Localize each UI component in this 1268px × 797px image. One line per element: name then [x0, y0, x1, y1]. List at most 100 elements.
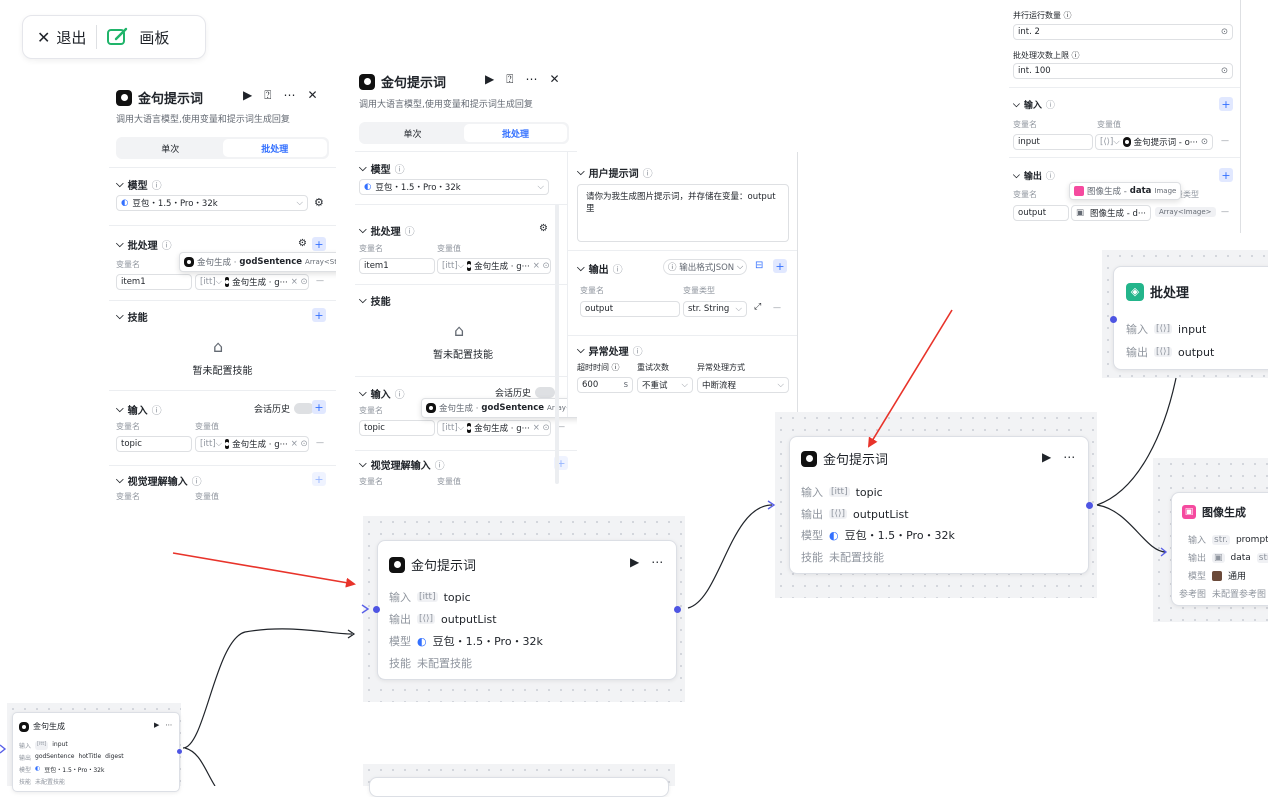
canvas-region-image: ▣ 图像生成 输入str.prompt 输出▣datastr. 模型通用 参考图… — [1153, 458, 1268, 622]
board-button[interactable]: 画板 — [107, 27, 169, 48]
node-logo-icon — [116, 89, 132, 106]
output-var-field[interactable]: output — [580, 301, 680, 317]
output-port[interactable] — [1086, 502, 1093, 509]
more-icon[interactable]: ⋯ — [525, 72, 537, 87]
batch-limit-input[interactable]: int. 100 ⊙ — [1013, 63, 1233, 79]
canvas-region-batch: ◈ 批处理 输入 [⟨⟩] input 输出 [⟨⟩] output — [1102, 250, 1268, 378]
output-type-select[interactable]: str. String ⌵ — [683, 301, 747, 317]
variable-tooltip: 金句生成 · godSentence Array<Str — [421, 398, 577, 418]
output-ref-select[interactable]: ▣ 图像生成 - d··· — [1071, 205, 1151, 221]
add-output-button[interactable]: + — [1219, 168, 1233, 182]
parallel-input[interactable]: int. 2 ⊙ — [1013, 24, 1233, 40]
empty-box-icon: ⌂ — [213, 337, 224, 356]
mode-tabs: 单次 批处理 — [359, 122, 569, 144]
settings-panel-middle: 金句提示词 ▶ ⍰ ⋯ ✕ 调用大语言模型,使用变量和提示词生成回复 单次 批处… — [355, 67, 577, 499]
tab-batch[interactable]: 批处理 — [222, 139, 327, 157]
input-ref-select[interactable]: [⟨⟩]⌵ 金句提示词 - o··· ⊙ — [1095, 134, 1213, 150]
input-ref-select[interactable]: [itt]⌵ 金句生成 · g··· × ⊙ — [195, 436, 309, 452]
llm-node-mid[interactable]: 金句提示词 ▶ ⋯ 输入 [itt] topic 输出 [⟨⟩] outputList 模… — [377, 540, 677, 680]
chevron-down-icon[interactable]: ⌵ — [116, 179, 124, 190]
model-select[interactable]: ◐ 豆包・1.5・Pro・32k ⌵ — [359, 179, 549, 195]
panel-title: 金句提示词 — [138, 92, 204, 107]
input-var-field[interactable]: topic — [116, 436, 192, 452]
variable-tooltip: 金句生成 · godSentence Array<String> — [179, 252, 336, 272]
batch-var-input[interactable]: item1 — [359, 258, 435, 274]
exit-button[interactable]: ✕ 退出 — [37, 27, 86, 48]
more-icon[interactable]: ⋯ — [1063, 450, 1075, 464]
input-var-field[interactable]: topic — [359, 420, 435, 436]
more-icon[interactable]: ⋯ — [283, 88, 295, 103]
timeout-input[interactable]: 600 s — [577, 377, 633, 393]
tab-single[interactable]: 单次 — [361, 124, 464, 142]
top-toolbar: ✕ 退出 画板 — [22, 15, 206, 59]
scrollbar[interactable] — [555, 204, 559, 484]
run-icon[interactable]: ▶ — [630, 555, 639, 569]
add-input-button[interactable]: + — [312, 400, 326, 414]
add-skill-button[interactable]: + — [312, 308, 326, 322]
tab-single[interactable]: 单次 — [118, 139, 223, 157]
chevron-down-icon[interactable]: ⌵ — [116, 404, 124, 415]
image-gen-node[interactable]: ▣ 图像生成 输入str.prompt 输出▣datastr. 模型通用 参考图… — [1171, 492, 1268, 606]
input-ref-select[interactable]: [itt]⌵ 金句生成 · g··· × ⊙ — [437, 420, 551, 436]
output-port[interactable] — [674, 606, 681, 613]
arrowhead-right-in — [767, 500, 776, 510]
run-icon[interactable]: ▶ — [485, 72, 494, 87]
output-format-select[interactable]: ⓘ 输出格式JSON ⌵ — [663, 259, 747, 275]
help-icon[interactable]: ⍰ — [264, 88, 271, 103]
arrowhead-small-in — [0, 744, 7, 754]
wire-small-to-mid — [182, 628, 353, 749]
help-icon[interactable]: ⍰ — [506, 72, 513, 87]
tab-batch[interactable]: 批处理 — [464, 124, 567, 142]
add-batch-button[interactable]: + — [312, 237, 326, 251]
partial-node[interactable] — [369, 777, 669, 797]
canvas-region-right: 金句提示词 ▶ ⋯ 输入 [itt] topic 输出 [⟨⟩] outputList 模… — [775, 412, 1097, 598]
resize-icon[interactable]: ⤢ — [754, 302, 761, 312]
batch-var-input[interactable]: item1 — [116, 274, 192, 290]
input-var-field[interactable]: input — [1013, 134, 1093, 150]
settings-icon[interactable]: ⚙ — [298, 238, 307, 249]
info-icon: ⓘ — [161, 241, 172, 252]
add-visual-input-button[interactable]: + — [312, 472, 326, 486]
add-input-button[interactable]: + — [1219, 97, 1233, 111]
chevron-down-icon[interactable]: ⌵ — [116, 239, 124, 250]
close-icon: ✕ — [37, 27, 51, 47]
output-port[interactable] — [177, 749, 182, 754]
run-icon[interactable]: ▶ — [243, 88, 252, 103]
batch-icon: ◈ — [1126, 282, 1144, 301]
empty-box-icon: ⌂ — [454, 321, 465, 340]
run-icon[interactable]: ▶ — [1042, 450, 1051, 464]
wire-small-down — [184, 747, 216, 786]
wire-mid-to-right — [687, 504, 773, 609]
add-output-button[interactable]: + — [773, 259, 787, 273]
chat-history-toggle[interactable] — [535, 387, 556, 398]
chevron-down-icon[interactable]: ⌵ — [116, 475, 124, 486]
user-prompt-textarea[interactable]: 请你为我生成图片提示词，并存储在变量：output里 — [577, 184, 789, 242]
settings-icon[interactable]: ⚙ — [314, 196, 324, 209]
info-icon: ⓘ — [151, 181, 162, 192]
more-icon[interactable]: ⋯ — [165, 721, 172, 729]
image-gen-icon — [1074, 186, 1084, 196]
output-var-field[interactable]: output — [1013, 205, 1069, 221]
input-port[interactable] — [1110, 316, 1117, 323]
handle-select[interactable]: 中断流程 ⌵ — [697, 377, 789, 393]
batch-node[interactable]: ◈ 批处理 输入 [⟨⟩] input 输出 [⟨⟩] output — [1113, 266, 1268, 370]
close-icon[interactable]: ✕ — [307, 88, 317, 103]
input-port[interactable] — [373, 606, 380, 613]
close-icon[interactable]: ✕ — [549, 72, 559, 87]
settings-panel-batch: 并行运行数量 ⓘ int. 2 ⊙ 批处理次数上限 ⓘ int. 100 ⊙ ⌵ 输入… — [1009, 0, 1241, 233]
model-select[interactable]: ◐ 豆包・1.5・Pro・32k ⌵ — [116, 195, 308, 211]
chevron-down-icon[interactable]: ⌵ — [116, 311, 124, 322]
settings-icon[interactable]: ⚙ — [539, 223, 548, 234]
retry-select[interactable]: 不重试 ⌵ — [637, 377, 693, 393]
llm-node-right[interactable]: 金句提示词 ▶ ⋯ 输入 [itt] topic 输出 [⟨⟩] outputList 模… — [789, 436, 1089, 574]
toolbar-divider — [96, 25, 98, 49]
more-icon[interactable]: ⋯ — [651, 555, 663, 569]
arrowhead-mid-in — [347, 629, 356, 639]
llm-node-small[interactable]: 金句生成 ▶ ⋯ 输入 [itt] input 输出 godSentence hotTit… — [12, 712, 180, 792]
image-gen-icon: ▣ — [1182, 505, 1196, 519]
batch-ref-select[interactable]: [itt]⌵ 金句生成 · g··· × ⊙ — [195, 274, 309, 290]
run-icon[interactable]: ▶ — [154, 721, 159, 729]
batch-ref-select[interactable]: [itt]⌵ 金句生成 · g··· × ⊙ — [437, 258, 551, 274]
expand-icon[interactable]: ⊟ — [755, 260, 763, 271]
canvas-region-mid: 金句提示词 ▶ ⋯ 输入 [itt] topic 输出 [⟨⟩] outputList 模… — [363, 516, 685, 702]
